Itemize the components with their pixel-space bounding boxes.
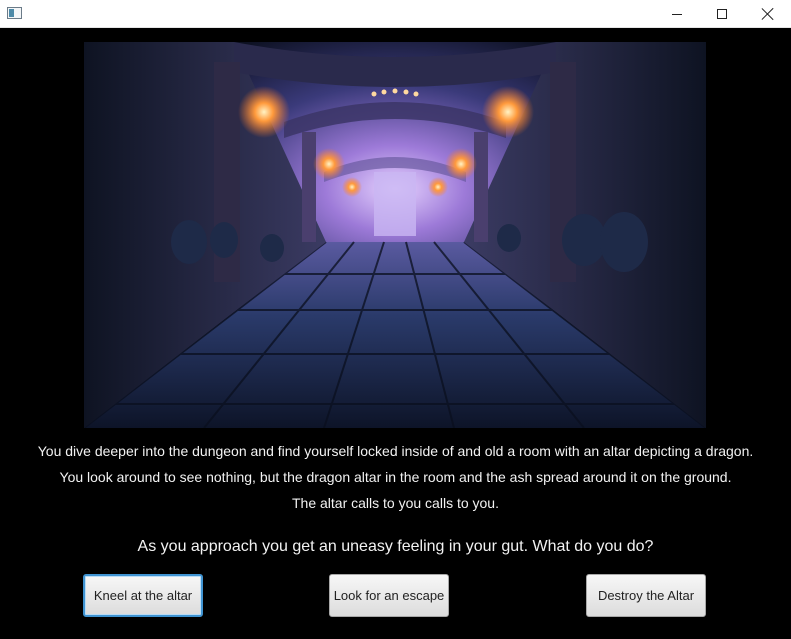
look-for-escape-button[interactable]: Look for an escape xyxy=(329,574,449,617)
minimize-button[interactable] xyxy=(654,0,700,28)
story-text: You dive deeper into the dungeon and fin… xyxy=(0,438,791,516)
close-icon xyxy=(762,8,774,20)
destroy-altar-button[interactable]: Destroy the Altar xyxy=(586,574,706,617)
story-line: You look around to see nothing, but the … xyxy=(59,469,732,485)
maximize-button[interactable] xyxy=(699,0,745,28)
title-bar xyxy=(0,0,791,28)
scene-image xyxy=(84,42,706,428)
story-line: The altar calls to you calls to you. xyxy=(292,495,499,511)
kneel-at-altar-button[interactable]: Kneel at the altar xyxy=(83,574,203,617)
window-app-icon xyxy=(7,7,22,19)
story-line: You dive deeper into the dungeon and fin… xyxy=(37,443,754,459)
close-button[interactable] xyxy=(745,0,791,28)
minimize-icon xyxy=(672,13,682,15)
dungeon-corridor-illustration xyxy=(84,42,706,428)
maximize-icon xyxy=(717,9,727,19)
decision-prompt: As you approach you get an uneasy feelin… xyxy=(137,538,654,555)
